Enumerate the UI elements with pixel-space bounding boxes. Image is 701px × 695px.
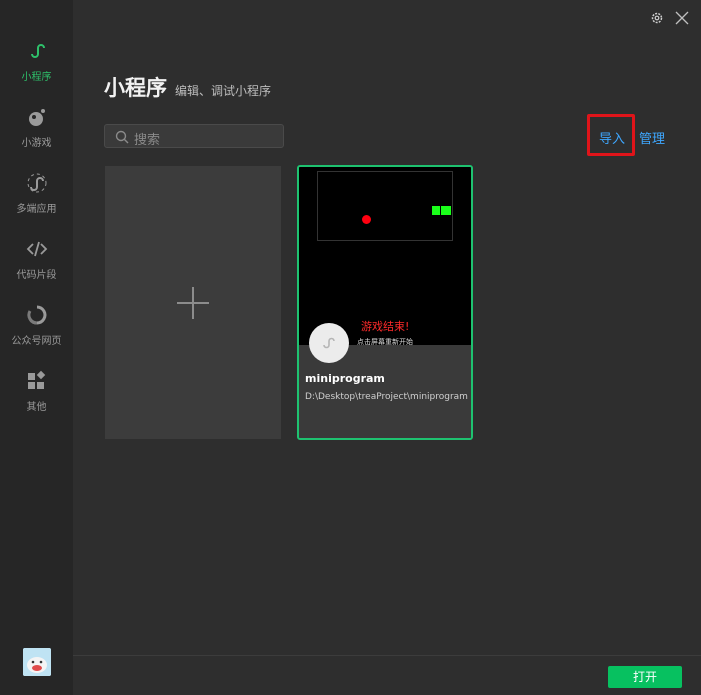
miniprogram-icon [30,44,45,58]
sidebar-item-label: 其他 [26,402,47,413]
import-link[interactable]: 导入 [599,128,625,147]
game-over-text: 游戏结束! [361,320,410,333]
settings-icon[interactable] [650,10,664,29]
minigame-icon [28,109,45,126]
page-subtitle: 编辑、调试小程序 [175,84,272,98]
window-controls [644,10,689,29]
footer-divider [73,655,701,656]
sidebar-item-label: 代码片段 [16,270,57,281]
avatar[interactable] [23,648,51,676]
sidebar: 小程序 小游戏 多端应用 代码片段 公众号网页 其他 [0,0,73,695]
code-icon [26,241,47,257]
grid-icon [27,370,45,389]
search-placeholder: 搜索 [134,133,161,148]
page-title: 小程序 [104,76,167,100]
official-account-icon [26,305,46,325]
close-icon[interactable] [675,10,689,29]
sidebar-item-label: 多端应用 [16,204,57,215]
open-button[interactable]: 打开 [608,666,682,688]
miniprogram-icon [323,337,335,349]
sidebar-item-official-account[interactable]: 公众号网页 [0,304,73,366]
sidebar-item-minigame[interactable]: 小游戏 [0,106,73,168]
project-card[interactable]: 游戏结束! 点击屏幕重新开始 miniprogram D:\Desktop\tr… [297,165,473,440]
avatar-image [23,648,51,676]
sidebar-item-label: 小游戏 [21,138,52,149]
search-input[interactable]: 搜索 [104,124,284,148]
manage-link[interactable]: 管理 [639,128,665,147]
sidebar-item-miniprogram[interactable]: 小程序 [0,40,73,102]
game-blocks [432,206,451,215]
sidebar-item-label: 小程序 [21,72,52,83]
project-name: miniprogram [305,372,385,385]
sidebar-item-label: 公众号网页 [11,336,62,347]
project-path: D:\Desktop\treaProject\miniprogram [305,392,468,402]
sidebar-item-others[interactable]: 其他 [0,370,73,432]
sidebar-item-code-snippets[interactable]: 代码片段 [0,238,73,300]
game-ball [362,215,371,224]
search-icon [115,130,129,144]
project-thumbnail: 游戏结束! 点击屏幕重新开始 [299,167,471,346]
project-logo [309,323,349,363]
sidebar-item-multiplatform[interactable]: 多端应用 [0,172,73,234]
multiplatform-icon [27,173,46,193]
plus-icon [177,287,209,319]
add-project-card[interactable] [105,166,281,439]
